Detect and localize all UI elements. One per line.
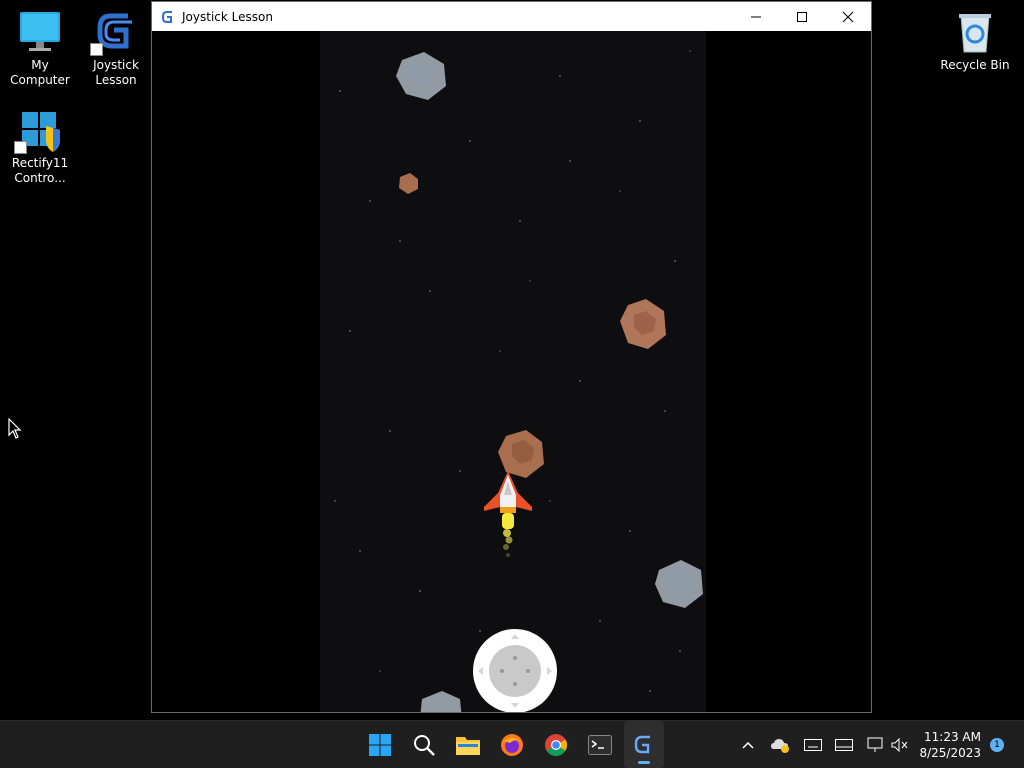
network-icon [867,737,883,752]
desktop-icon-label: My Computer [10,58,70,87]
window-title: Joystick Lesson [182,9,273,24]
taskbar-firefox[interactable] [492,721,532,768]
recycle-bin-icon [951,10,999,54]
folder-icon [456,736,480,755]
firefox-icon [501,733,523,756]
minimize-button[interactable] [733,2,779,31]
taskbar-file-explorer[interactable] [448,721,488,768]
close-icon [842,11,854,22]
notification-badge[interactable]: 1 [990,738,1004,752]
taskbar-chrome[interactable] [536,721,576,768]
shortcut-arrow-icon [14,141,27,154]
asteroid-gray [396,52,446,100]
clock-time: 11:23 AM [924,730,981,744]
window-titlebar[interactable]: Joystick Lesson [152,2,871,31]
desktop-icon-rectify11[interactable]: Rectify11 Contro... [0,108,80,186]
minimize-icon [751,16,761,17]
maximize-icon [797,11,807,22]
asteroid-gray [655,560,703,608]
asteroid-gray [420,691,462,712]
desktop-icon-label: Recycle Bin [940,58,1010,72]
cloud-warning-icon [771,739,789,753]
clock-date: 8/25/2023 [919,746,981,760]
touchpad-tray-icon[interactable] [834,735,854,755]
show-hidden-icons-button[interactable] [738,735,758,755]
volume-muted-icon [891,738,908,752]
touchpad-icon [835,739,853,751]
gdevelop-icon [162,10,172,23]
close-button[interactable] [825,2,871,31]
desktop-icon-label: Rectify11 Contro... [11,156,69,185]
network-tray-icon[interactable] [866,735,886,755]
desktop-icon-joystick-lesson[interactable]: Joystick Lesson [76,10,156,88]
search-icon [414,734,435,756]
active-indicator [638,761,650,764]
keyboard-tray-icon[interactable] [803,735,823,755]
desktop-icon-recycle-bin[interactable]: Recycle Bin [935,10,1015,73]
monitor-icon [16,10,64,54]
onedrive-tray-icon[interactable] [770,735,790,755]
taskbar: 11:23 AM 8/25/2023 1 [0,720,1024,768]
asteroid-brown [620,299,666,349]
desktop-icon-my-computer[interactable]: My Computer [0,10,80,88]
volume-tray-icon[interactable] [890,735,910,755]
chrome-icon [545,733,567,756]
windows-logo-icon [369,733,391,756]
space-playfield [320,31,706,712]
taskbar-joystick-lesson[interactable] [624,721,664,768]
desktop-icon-label: Joystick Lesson [93,58,139,87]
taskbar-clock[interactable]: 11:23 AM 8/25/2023 [919,729,981,761]
player-spaceship [484,471,532,557]
shortcut-arrow-icon [90,43,103,56]
terminal-icon [588,734,612,755]
mouse-cursor-icon [8,418,22,439]
game-canvas[interactable] [152,31,871,712]
search-button[interactable] [404,721,444,768]
taskbar-terminal[interactable] [580,721,620,768]
gdevelop-icon [634,735,650,753]
windows-shield-icon [14,108,64,154]
chevron-up-icon [742,741,754,749]
gdevelop-icon [90,10,140,56]
start-button[interactable] [360,721,400,768]
game-window: Joystick Lesson [151,1,872,713]
maximize-button[interactable] [779,2,825,31]
asteroid-brown [399,173,418,194]
keyboard-icon [804,739,822,751]
starfield [334,50,691,692]
virtual-joystick[interactable] [472,628,558,712]
